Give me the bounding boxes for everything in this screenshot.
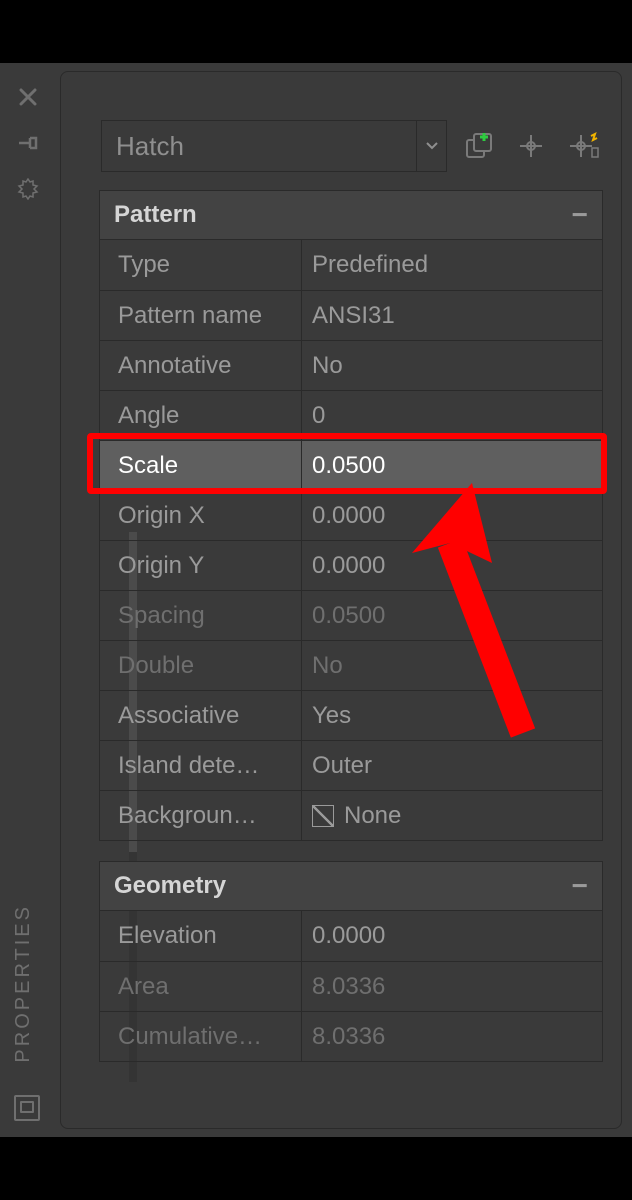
palette-anchor-icon[interactable] — [14, 1095, 40, 1121]
prop-label: Type — [100, 240, 302, 290]
close-icon[interactable] — [16, 85, 40, 109]
prop-row-scale[interactable]: Scale 0.0500 — [100, 440, 602, 490]
collapse-icon: − — [572, 872, 588, 900]
prop-value: 0 — [302, 391, 602, 440]
prop-label: Cumulative… — [100, 1012, 302, 1061]
prop-label: Area — [100, 962, 302, 1011]
select-objects-button[interactable] — [511, 126, 551, 166]
pattern-rows: Type Predefined Pattern name ANSI31 Anno… — [99, 240, 603, 841]
chevron-down-icon — [416, 121, 446, 171]
prop-value: 0.0000 — [302, 541, 602, 590]
prop-row-type[interactable]: Type Predefined — [100, 240, 602, 290]
prop-value: Predefined — [302, 240, 602, 290]
prop-label: Origin Y — [100, 541, 302, 590]
prop-row-origin-y[interactable]: Origin Y 0.0000 — [100, 540, 602, 590]
prop-value: ANSI31 — [302, 291, 602, 340]
properties-palette: PROPERTIES Hatch — [0, 63, 632, 1137]
prop-row-pattern-name[interactable]: Pattern name ANSI31 — [100, 290, 602, 340]
prop-value: 8.0336 — [302, 962, 602, 1011]
prop-value: No — [302, 641, 602, 690]
prop-row-annotative[interactable]: Annotative No — [100, 340, 602, 390]
prop-value: Outer — [302, 741, 602, 790]
prop-value[interactable]: 0.0500 — [302, 441, 602, 490]
prop-label: Pattern name — [100, 291, 302, 340]
prop-row-elevation[interactable]: Elevation 0.0000 — [100, 911, 602, 961]
section-header-geometry[interactable]: Geometry − — [99, 861, 603, 911]
settings-gear-icon[interactable] — [16, 177, 40, 201]
prop-value: 8.0336 — [302, 1012, 602, 1061]
prop-label: Elevation — [100, 911, 302, 961]
section-title: Geometry — [114, 872, 226, 900]
prop-label: Backgroun… — [100, 791, 302, 840]
prop-label: Origin X — [100, 491, 302, 540]
prop-value: Yes — [302, 691, 602, 740]
prop-row-associative[interactable]: Associative Yes — [100, 690, 602, 740]
properties-panel-body: Hatch — [60, 71, 622, 1129]
prop-label: Spacing — [100, 591, 302, 640]
object-type-value: Hatch — [116, 131, 184, 162]
collapse-icon: − — [572, 201, 588, 229]
prop-label: Island dete… — [100, 741, 302, 790]
prop-row-cumulative-area: Cumulative… 8.0336 — [100, 1011, 602, 1061]
prop-row-origin-x[interactable]: Origin X 0.0000 — [100, 490, 602, 540]
prop-row-angle[interactable]: Angle 0 — [100, 390, 602, 440]
property-sections: Pattern − Type Predefined Pattern name A… — [99, 190, 603, 1118]
prop-value: 0.0500 — [302, 591, 602, 640]
object-type-dropdown[interactable]: Hatch — [101, 120, 447, 172]
prop-row-background[interactable]: Backgroun… None — [100, 790, 602, 840]
none-swatch-icon — [312, 805, 334, 827]
object-type-row: Hatch — [101, 118, 603, 174]
prop-row-island-detection[interactable]: Island dete… Outer — [100, 740, 602, 790]
prop-value: None — [302, 791, 602, 840]
prop-label: Annotative — [100, 341, 302, 390]
prop-label: Associative — [100, 691, 302, 740]
prop-label: Angle — [100, 391, 302, 440]
prop-row-area: Area 8.0336 — [100, 961, 602, 1011]
section-header-pattern[interactable]: Pattern − — [99, 190, 603, 240]
geometry-rows: Elevation 0.0000 Area 8.0336 Cumulative…… — [99, 911, 603, 1062]
prop-value: No — [302, 341, 602, 390]
prop-value: 0.0000 — [302, 491, 602, 540]
prop-row-double: Double No — [100, 640, 602, 690]
quick-select-button[interactable] — [459, 126, 499, 166]
quick-calc-button[interactable] — [563, 126, 603, 166]
prop-value: 0.0000 — [302, 911, 602, 961]
prop-row-spacing: Spacing 0.0500 — [100, 590, 602, 640]
prop-label: Scale — [100, 441, 302, 490]
prop-value-text: None — [344, 802, 401, 830]
section-title: Pattern — [114, 201, 197, 229]
pin-icon[interactable] — [16, 131, 40, 155]
palette-title: PROPERTIES — [12, 904, 35, 1063]
prop-label: Double — [100, 641, 302, 690]
